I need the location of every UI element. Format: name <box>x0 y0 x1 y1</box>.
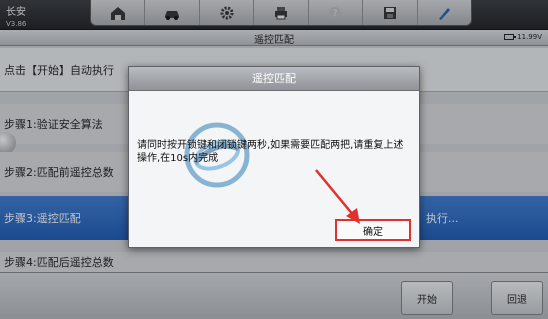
dialog-message: 请同时按开锁键和闭锁键两秒,如果需要匹配两把,请重复上述操作,在10s内完成 <box>137 140 404 164</box>
match-dialog: 遥控匹配 请同时按开锁键和闭锁键两秒,如果需要匹配两把,请重复上述操作,在10s… <box>128 66 420 248</box>
annotation-arrow-icon <box>315 169 360 224</box>
dialog-title: 遥控匹配 <box>129 67 419 91</box>
